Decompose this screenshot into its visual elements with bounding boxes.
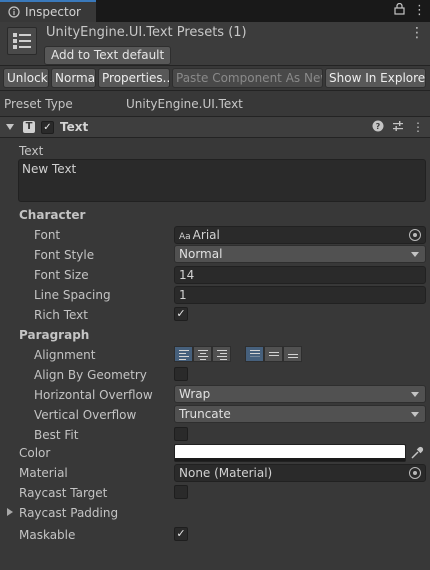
foldout-expanded-icon[interactable] [6,124,14,130]
tab-bar: Inspector ⋮ [0,0,430,22]
align-center-button[interactable] [193,346,212,362]
component-header[interactable]: T ✓ Text ? ⋮ [0,116,430,138]
maskable-label: Maskable [19,528,76,542]
font-style-dropdown[interactable]: Normal [174,245,426,263]
raycast-target-label: Raycast Target [19,486,108,500]
chevron-down-icon [411,392,419,397]
raycast-padding-foldout[interactable]: Raycast Padding [19,506,118,520]
font-style-label: Font Style [34,248,95,262]
preset-icon [7,27,37,55]
horizontal-overflow-dropdown[interactable]: Wrap [174,385,426,403]
preset-settings-icon[interactable] [392,120,404,135]
info-icon [8,6,20,18]
font-object-field[interactable]: Aa Arial [174,226,426,244]
align-center-icon [198,350,208,362]
best-fit-checkbox[interactable] [174,427,188,441]
tab-inspector[interactable]: Inspector [0,0,96,22]
align-middle-button[interactable] [264,346,283,362]
align-by-geometry-checkbox[interactable] [174,367,188,381]
preset-type-label: Preset Type [4,97,73,111]
svg-text:?: ? [376,122,381,131]
lock-icon[interactable] [394,2,405,19]
chevron-down-icon [411,412,419,417]
vertical-overflow-value: Truncate [179,407,231,421]
align-middle-icon [269,352,279,358]
tab-label: Inspector [25,5,81,19]
horizontal-overflow-label: Horizontal Overflow [34,388,153,402]
maskable-checkbox[interactable]: ✓ [174,527,188,541]
material-value: None (Material) [179,466,273,480]
preset-header: UnityEngine.UI.Text Presets (1) ⋮ Add to… [0,22,430,66]
material-label: Material [19,466,68,480]
align-bottom-button[interactable] [283,346,302,362]
vertical-alignment-group [245,346,302,362]
eyedropper-icon[interactable] [410,446,424,460]
vertical-overflow-label: Vertical Overflow [34,408,137,422]
character-section-title: Character [19,208,86,222]
add-to-default-button[interactable]: Add to Text default [44,46,172,65]
paste-component-button[interactable]: Paste Component As New [172,68,323,88]
align-right-icon [217,350,227,362]
preset-type-row: Preset Type UnityEngine.UI.Text [0,95,430,115]
object-picker-icon[interactable] [409,229,421,241]
rich-text-label: Rich Text [34,308,88,322]
font-label: Font [34,228,61,242]
line-spacing-label: Line Spacing [34,288,111,302]
component-title: Text [60,120,89,134]
font-size-label: Font Size [34,268,89,282]
align-bottom-icon [288,354,298,360]
normal-button[interactable]: Normal [51,68,96,88]
object-picker-icon[interactable] [409,467,421,479]
color-label: Color [19,446,51,460]
horizontal-overflow-value: Wrap [179,387,211,401]
unlock-button[interactable]: Unlock [3,68,49,88]
kebab-menu-icon[interactable]: ⋮ [413,3,426,19]
align-by-geometry-label: Align By Geometry [34,368,147,382]
component-enabled-checkbox[interactable]: ✓ [41,121,54,134]
preset-title: UnityEngine.UI.Text Presets (1) [46,25,247,40]
text-area[interactable]: New Text [18,159,426,202]
preset-toolbar: Unlock Normal Properties... Paste Compon… [0,66,430,91]
help-icon[interactable]: ? [372,120,384,135]
component-menu-icon[interactable]: ⋮ [412,120,424,135]
rich-text-checkbox[interactable]: ✓ [174,307,188,321]
line-spacing-input[interactable]: 1 [174,286,426,304]
align-top-icon [250,350,260,359]
preset-type-value: UnityEngine.UI.Text [126,97,243,111]
header-menu-icon[interactable]: ⋮ [410,25,424,41]
font-size-input[interactable]: 14 [174,266,426,284]
foldout-collapsed-icon[interactable] [7,508,13,516]
text-component-icon: T [23,121,35,133]
font-style-value: Normal [179,247,223,261]
show-in-explorer-button[interactable]: Show In Explorer [325,68,426,88]
font-asset-icon: Aa [179,232,191,242]
vertical-overflow-dropdown[interactable]: Truncate [174,405,426,423]
text-label: Text [19,144,44,158]
horizontal-alignment-group [174,346,231,362]
align-right-button[interactable] [212,346,231,362]
properties-button[interactable]: Properties... [98,68,170,88]
align-top-button[interactable] [245,346,264,362]
paragraph-section-title: Paragraph [19,328,90,342]
tab-actions: ⋮ [394,2,426,19]
chevron-down-icon [411,252,419,257]
alignment-label: Alignment [34,348,96,362]
color-swatch[interactable] [174,444,406,462]
align-left-icon [179,350,189,362]
raycast-target-checkbox[interactable] [174,485,188,499]
align-left-button[interactable] [174,346,193,362]
component-actions: ? ⋮ [372,120,424,135]
best-fit-label: Best Fit [34,428,79,442]
font-value: Arial [192,228,220,242]
material-object-field[interactable]: None (Material) [174,464,426,482]
